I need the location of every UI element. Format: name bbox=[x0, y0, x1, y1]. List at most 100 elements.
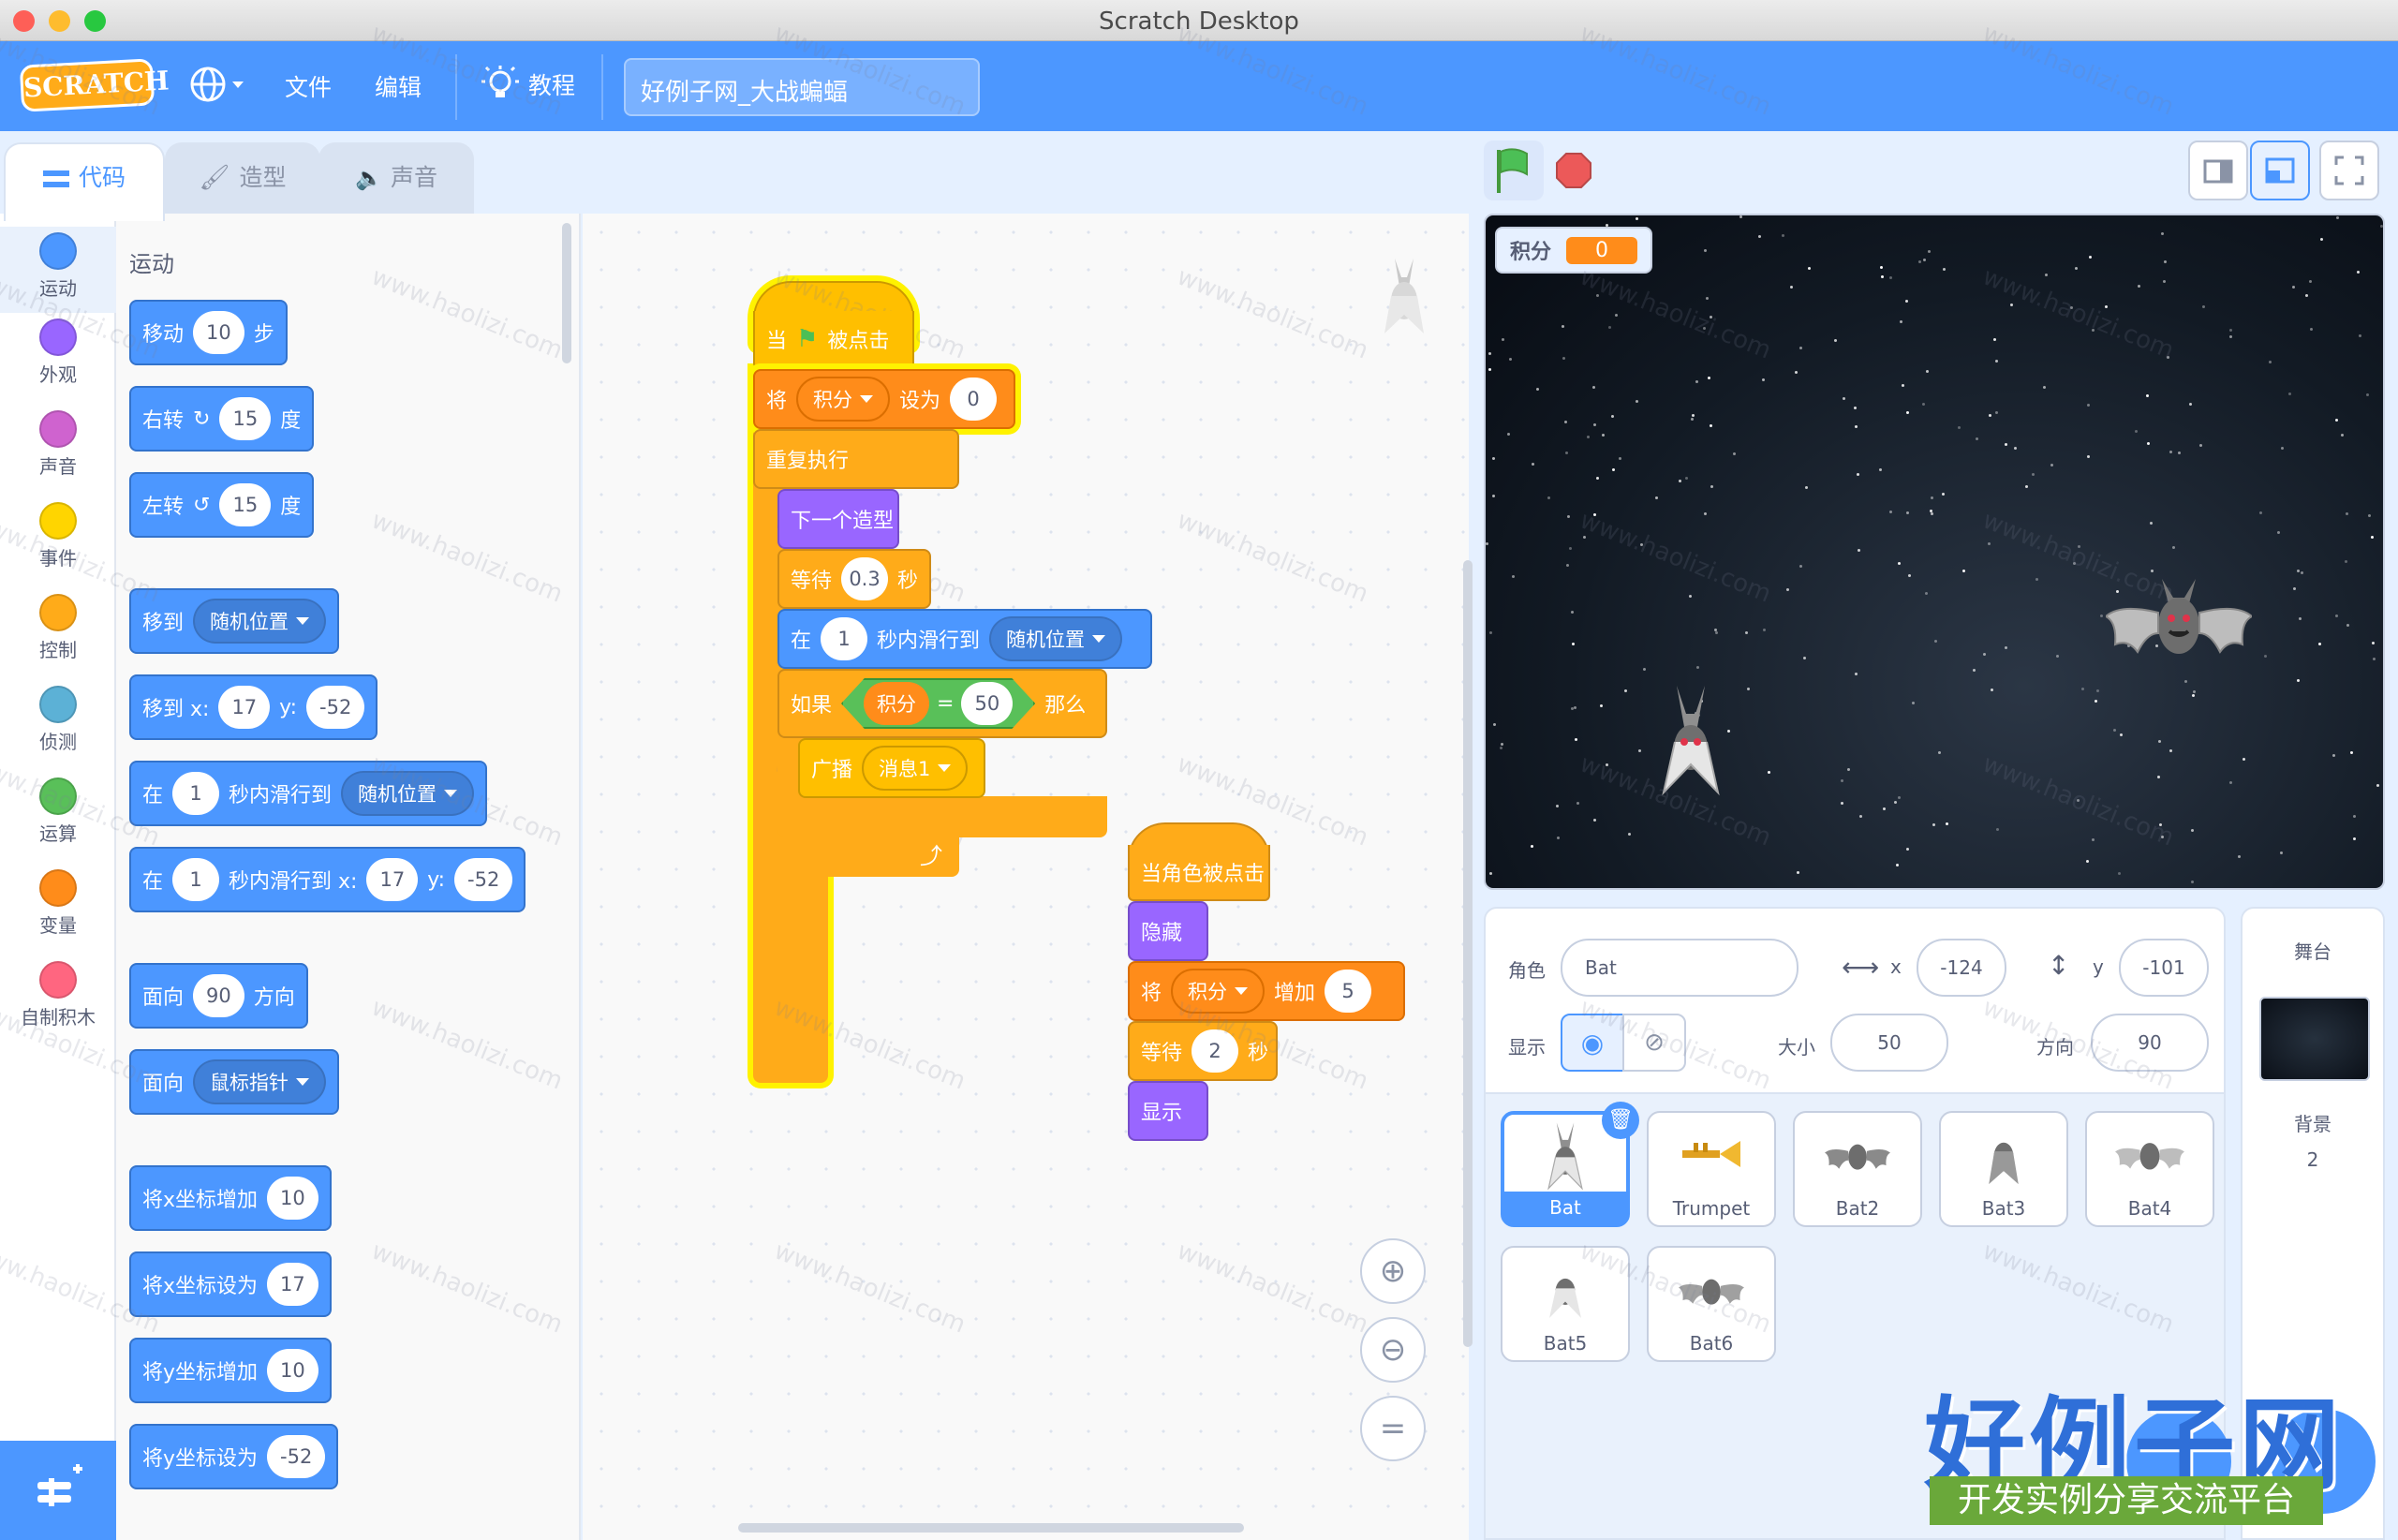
block-dropdown[interactable]: 积分 bbox=[796, 377, 891, 422]
sprite-name-input[interactable]: Bat bbox=[1561, 939, 1798, 997]
tutorials-menu[interactable]: 教程 bbox=[481, 66, 575, 103]
small-stage-button[interactable] bbox=[2188, 141, 2248, 200]
x-position-input[interactable]: -124 bbox=[1917, 939, 2006, 997]
block-input[interactable]: 1 bbox=[821, 617, 868, 660]
sprite-tile-bat3[interactable]: Bat3 bbox=[1939, 1111, 2068, 1227]
block-input[interactable]: 1 bbox=[172, 772, 220, 815]
scratch-logo[interactable]: SCRATCH bbox=[19, 58, 170, 112]
block-input[interactable]: 15 bbox=[219, 397, 272, 440]
category-events[interactable]: 事件 bbox=[0, 502, 116, 570]
block-input[interactable]: 10 bbox=[267, 1177, 318, 1220]
block-dropdown[interactable]: 随机位置 bbox=[193, 599, 327, 644]
zoom-reset-button[interactable]: = bbox=[1360, 1396, 1426, 1461]
block-set-variable[interactable]: 将积分 设为 0 bbox=[753, 369, 1015, 429]
block-input[interactable]: 17 bbox=[366, 858, 419, 901]
block-change-x[interactable]: 将x坐标增加 10 bbox=[129, 1165, 332, 1231]
script-horizontal-scrollbar[interactable] bbox=[738, 1523, 1244, 1533]
category-sound[interactable]: 声音 bbox=[0, 410, 116, 479]
block-glide-to[interactable]: 在 1 秒内滑行到 随机位置 bbox=[129, 761, 488, 826]
block-input[interactable]: 17 bbox=[218, 686, 271, 729]
bat4-sprite[interactable] bbox=[2106, 560, 2252, 678]
block-input[interactable]: -52 bbox=[454, 858, 513, 901]
zoom-in-button[interactable]: ⊕ bbox=[1360, 1238, 1426, 1304]
block-dropdown[interactable]: 随机位置 bbox=[989, 616, 1123, 661]
block-input[interactable]: 0.3 bbox=[841, 557, 889, 600]
green-flag-button[interactable] bbox=[1484, 141, 1544, 200]
block-set-y[interactable]: 将y坐标设为 -52 bbox=[129, 1424, 339, 1489]
script-area[interactable]: 当 ⚑ 被点击 将积分 设为 0 重复执行 下一个造型 等待 0.3 秒 在 1 秒内滑行到 随机… bbox=[583, 214, 1473, 1540]
palette-scrollbar[interactable] bbox=[562, 223, 571, 363]
y-position-input[interactable]: -101 bbox=[2119, 939, 2209, 997]
category-operators[interactable]: 运算 bbox=[0, 777, 116, 846]
bat-sprite[interactable] bbox=[1660, 682, 1722, 804]
block-input[interactable]: 10 bbox=[193, 311, 244, 354]
block-go-to-xy[interactable]: 移到 x: 17 y: -52 bbox=[129, 674, 378, 740]
category-control[interactable]: 控制 bbox=[0, 594, 116, 662]
show-sprite-button[interactable]: ◉ bbox=[1561, 1014, 1624, 1072]
tab-sounds[interactable]: 🔈 声音 bbox=[318, 142, 474, 215]
project-title-input[interactable]: 好例子网_大战蝙蝠 bbox=[624, 58, 980, 116]
block-input[interactable]: 15 bbox=[219, 483, 272, 526]
block-input[interactable]: 10 bbox=[267, 1349, 318, 1392]
block-turn-left[interactable]: 左转 ↺ 15 度 bbox=[129, 472, 315, 538]
large-stage-button[interactable] bbox=[2250, 141, 2310, 200]
block-equals-operator[interactable]: 积分 = 50 bbox=[841, 678, 1036, 729]
block-change-y[interactable]: 将y坐标增加 10 bbox=[129, 1338, 332, 1403]
block-show[interactable]: 显示 bbox=[1128, 1081, 1208, 1141]
block-input[interactable]: 5 bbox=[1325, 970, 1372, 1013]
script-vertical-scrollbar[interactable] bbox=[1463, 560, 1473, 1347]
block-if-then[interactable]: 如果 积分 = 50 那么 bbox=[777, 669, 1107, 738]
block-glide-to-random[interactable]: 在 1 秒内滑行到 随机位置 bbox=[777, 609, 1152, 669]
block-go-to[interactable]: 移到 随机位置 bbox=[129, 588, 340, 654]
block-dropdown[interactable]: 积分 bbox=[1171, 969, 1266, 1014]
sprite-tile-bat[interactable]: Bat 🗑 bbox=[1501, 1102, 1639, 1227]
block-input[interactable]: -52 bbox=[267, 1435, 326, 1478]
block-point-towards[interactable]: 面向 鼠标指针 bbox=[129, 1049, 340, 1115]
file-menu[interactable]: 文件 bbox=[285, 69, 332, 103]
block-wait[interactable]: 等待 0.3 秒 bbox=[777, 549, 931, 609]
block-turn-right[interactable]: 右转 ↻ 15 度 bbox=[129, 386, 315, 452]
block-move-steps[interactable]: 移动 10 步 bbox=[129, 300, 288, 365]
block-input[interactable]: 1 bbox=[172, 858, 220, 901]
stage-canvas[interactable]: 积分 0 bbox=[1484, 214, 2385, 890]
add-extension-button[interactable] bbox=[0, 1441, 116, 1540]
sprite-tile-bat2[interactable]: Bat2 bbox=[1793, 1111, 1922, 1227]
category-looks[interactable]: 外观 bbox=[0, 318, 116, 387]
full-screen-button[interactable] bbox=[2319, 141, 2379, 200]
block-input[interactable]: 90 bbox=[193, 974, 244, 1017]
language-menu[interactable] bbox=[187, 64, 247, 111]
block-glide-to-xy[interactable]: 在 1 秒内滑行到 x: 17 y: -52 bbox=[129, 847, 526, 912]
tab-costumes[interactable]: 🖌 造型 bbox=[165, 142, 320, 215]
backdrop-thumbnail[interactable] bbox=[2259, 997, 2370, 1081]
sprite-tile-bat5[interactable]: Bat5 bbox=[1501, 1246, 1630, 1362]
block-when-sprite-clicked[interactable]: 当角色被点击 bbox=[1128, 845, 1270, 901]
block-dropdown[interactable]: 鼠标指针 bbox=[193, 1059, 327, 1104]
variable-reporter[interactable]: 积分 bbox=[864, 682, 930, 725]
direction-input[interactable]: 90 bbox=[2091, 1014, 2209, 1072]
size-input[interactable]: 50 bbox=[1830, 1014, 1948, 1072]
block-dropdown[interactable]: 消息1 bbox=[862, 746, 969, 791]
zoom-out-button[interactable]: ⊖ bbox=[1360, 1317, 1426, 1383]
block-input[interactable]: 17 bbox=[267, 1263, 318, 1306]
tab-code[interactable]: 代码 bbox=[4, 142, 165, 221]
block-forever[interactable]: 重复执行 bbox=[753, 429, 959, 489]
sprite-tile-trumpet[interactable]: Trumpet bbox=[1647, 1111, 1776, 1227]
delete-sprite-button[interactable]: 🗑 bbox=[1602, 1102, 1639, 1139]
category-sensing[interactable]: 侦测 bbox=[0, 686, 116, 754]
block-hide[interactable]: 隐藏 bbox=[1128, 901, 1208, 961]
block-change-variable[interactable]: 将积分 增加 5 bbox=[1128, 961, 1405, 1021]
category-variables[interactable]: 变量 bbox=[0, 869, 116, 938]
hide-sprite-button[interactable]: ⊘ bbox=[1622, 1014, 1686, 1072]
block-wait[interactable]: 等待 2 秒 bbox=[1128, 1021, 1278, 1081]
block-broadcast[interactable]: 广播 消息1 bbox=[798, 738, 985, 798]
sprite-tile-bat6[interactable]: Bat6 bbox=[1647, 1246, 1776, 1362]
block-next-costume[interactable]: 下一个造型 bbox=[777, 489, 899, 549]
edit-menu[interactable]: 编辑 bbox=[375, 69, 422, 103]
category-motion[interactable]: 运动 bbox=[0, 227, 116, 313]
stop-button[interactable] bbox=[1544, 141, 1604, 200]
block-dropdown[interactable]: 随机位置 bbox=[341, 771, 475, 816]
block-input[interactable]: -52 bbox=[306, 686, 365, 729]
block-point-in-direction[interactable]: 面向 90 方向 bbox=[129, 963, 308, 1029]
sprite-tile-bat4[interactable]: Bat4 bbox=[2085, 1111, 2214, 1227]
category-my-blocks[interactable]: 自制积木 bbox=[0, 961, 116, 1029]
